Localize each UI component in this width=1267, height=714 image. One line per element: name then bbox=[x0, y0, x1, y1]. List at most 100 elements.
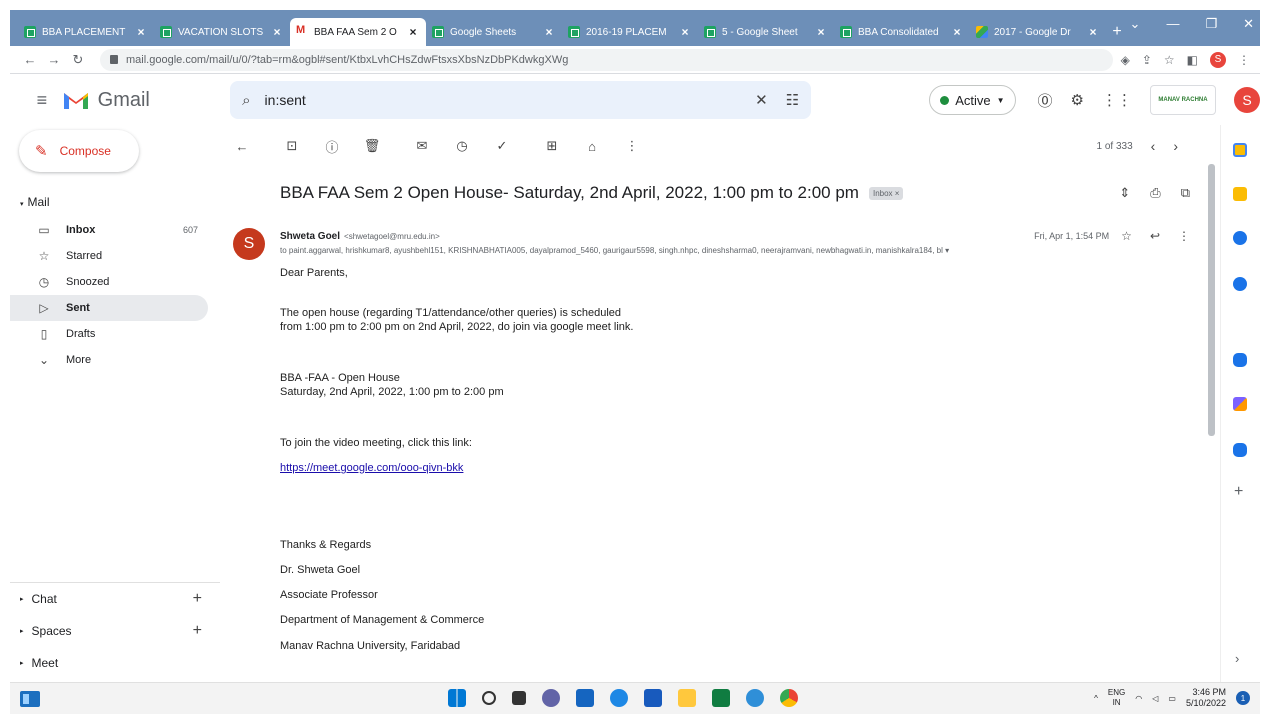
contacts-icon[interactable] bbox=[1233, 277, 1247, 291]
search-icon[interactable]: ⌕ bbox=[242, 92, 250, 109]
show-side-panel-icon[interactable]: › bbox=[1235, 651, 1239, 666]
restore-icon[interactable]: ❐ bbox=[1205, 16, 1217, 32]
task-view-icon[interactable] bbox=[512, 691, 526, 705]
teams-chat-icon[interactable] bbox=[542, 689, 560, 707]
sidebar-item-inbox[interactable]: ▭ Inbox 607 bbox=[10, 217, 208, 243]
browser-tab-active[interactable]: BBA FAA Sem 2 O× bbox=[290, 18, 426, 46]
close-tab-icon[interactable]: × bbox=[270, 25, 284, 39]
help-icon[interactable]: ⓪ bbox=[1038, 90, 1053, 111]
newer-message-icon[interactable]: ‹ bbox=[1151, 138, 1156, 154]
zoom-icon[interactable] bbox=[1233, 353, 1247, 367]
move-to-icon[interactable]: ⊞ bbox=[542, 138, 562, 154]
zoom-scheduler-icon[interactable] bbox=[1233, 443, 1247, 457]
snooze-icon[interactable]: ◷ bbox=[452, 138, 472, 154]
keep-icon[interactable] bbox=[1233, 187, 1247, 201]
meet-link[interactable]: https://meet.google.com/ooo-qivn-bkk bbox=[280, 462, 463, 474]
mark-unread-icon[interactable]: ✉ bbox=[412, 138, 432, 154]
search-input[interactable] bbox=[264, 92, 738, 108]
browser-tab[interactable]: BBA PLACEMENT × bbox=[18, 18, 154, 46]
sidebar-item-drafts[interactable]: ▯ Drafts bbox=[10, 321, 208, 347]
recipients-list[interactable]: to paint.aggarwal, hrishkumar8, ayushbeh… bbox=[280, 246, 1150, 255]
edge-browser-icon[interactable] bbox=[746, 689, 764, 707]
word-icon[interactable] bbox=[644, 689, 662, 707]
delete-icon[interactable]: 🗑 bbox=[362, 138, 382, 154]
notification-badge[interactable]: 1 bbox=[1236, 691, 1250, 705]
open-new-window-icon[interactable]: ⧉ bbox=[1181, 185, 1190, 201]
scrollbar-thumb[interactable] bbox=[1208, 164, 1215, 436]
clock[interactable]: 3:46 PM 5/10/2022 bbox=[1186, 687, 1226, 709]
reply-icon[interactable]: ↩ bbox=[1150, 229, 1160, 243]
forward-icon[interactable]: → bbox=[44, 52, 64, 67]
close-tab-icon[interactable]: × bbox=[814, 25, 828, 39]
browser-tab[interactable]: VACATION SLOTS × bbox=[154, 18, 290, 46]
browser-menu-icon[interactable]: ⋮ bbox=[1238, 53, 1250, 67]
browser-tab[interactable]: 2016-19 PLACEM × bbox=[562, 18, 698, 46]
add-space-icon[interactable]: + bbox=[193, 622, 202, 640]
sidebar-item-sent[interactable]: ▷ Sent bbox=[10, 295, 208, 321]
more-vert-icon[interactable]: ⋮ bbox=[1178, 229, 1190, 243]
search-options-icon[interactable]: ☷ bbox=[786, 91, 799, 109]
show-hidden-icons-icon[interactable]: ^ bbox=[1094, 694, 1098, 703]
addon-icon[interactable] bbox=[1233, 397, 1247, 411]
more-options-icon[interactable]: ⋮ bbox=[622, 138, 642, 154]
close-tab-icon[interactable]: × bbox=[542, 25, 556, 39]
mail-section-toggle[interactable]: ▾ Mail bbox=[20, 195, 220, 209]
tab-search-icon[interactable]: ⌄ bbox=[1130, 16, 1141, 32]
close-tab-icon[interactable]: × bbox=[678, 25, 692, 39]
address-bar[interactable]: mail.google.com/mail/u/0/?tab=rm&ogbl#se… bbox=[100, 48, 1113, 71]
star-icon[interactable]: ☆ bbox=[1121, 229, 1132, 243]
reload-icon[interactable]: ↻ bbox=[68, 52, 88, 68]
share-icon[interactable]: ⇪ bbox=[1142, 53, 1152, 67]
report-spam-icon[interactable]: ⓘ bbox=[322, 137, 342, 156]
browser-tab[interactable]: Google Sheets × bbox=[426, 18, 562, 46]
expand-all-icon[interactable]: ⇕ bbox=[1119, 185, 1130, 201]
calendar-icon[interactable] bbox=[1233, 143, 1247, 157]
older-message-icon[interactable]: › bbox=[1173, 138, 1178, 154]
sidebar-section-meet[interactable]: ▸ Meet bbox=[10, 647, 220, 679]
start-windows-icon[interactable] bbox=[448, 689, 466, 707]
browser-tab[interactable]: BBA Consolidated × bbox=[834, 18, 970, 46]
clear-search-icon[interactable]: ✕ bbox=[755, 91, 768, 109]
add-to-tasks-icon[interactable]: ✓ bbox=[492, 138, 512, 154]
mail-search-bar[interactable]: ⌕ ✕ ☷ bbox=[230, 81, 812, 119]
location-icon[interactable]: ◈ bbox=[1121, 53, 1130, 67]
close-tab-icon[interactable]: × bbox=[950, 25, 964, 39]
inbox-label-chip[interactable]: Inbox × bbox=[868, 186, 904, 200]
sidebar-item-snoozed[interactable]: ◷ Snoozed bbox=[10, 269, 208, 295]
sidebar-section-chat[interactable]: ▸ Chat + bbox=[10, 583, 220, 615]
battery-icon[interactable]: ▭ bbox=[1168, 694, 1176, 703]
browser-profile-avatar[interactable]: S bbox=[1210, 51, 1226, 68]
sidebar-item-starred[interactable]: ☆ Starred bbox=[10, 243, 208, 269]
close-tab-icon[interactable]: × bbox=[406, 25, 420, 39]
wifi-icon[interactable]: ◠ bbox=[1135, 694, 1142, 703]
account-avatar[interactable]: S bbox=[1233, 87, 1260, 113]
main-menu-icon[interactable]: ≡ bbox=[22, 90, 62, 111]
browser-tab[interactable]: 5 - Google Sheet × bbox=[698, 18, 834, 46]
widgets-icon[interactable] bbox=[20, 690, 40, 707]
sender-name[interactable]: Shweta Goel bbox=[280, 231, 340, 242]
status-dropdown[interactable]: Active ▼ bbox=[929, 85, 1016, 115]
compose-button[interactable]: ✎ Compose bbox=[19, 130, 139, 172]
label-icon[interactable]: ⌂ bbox=[582, 139, 602, 154]
sidebar-item-more[interactable]: ⌄ More bbox=[10, 347, 208, 373]
settings-gear-icon[interactable]: ⚙ bbox=[1071, 91, 1084, 109]
print-icon[interactable]: ⎙ bbox=[1150, 185, 1160, 201]
gmail-logo[interactable]: Gmail bbox=[62, 89, 231, 112]
store-icon[interactable] bbox=[576, 689, 594, 707]
bookmark-star-icon[interactable]: ☆ bbox=[1164, 53, 1175, 67]
back-icon[interactable]: ← bbox=[20, 52, 40, 67]
tasks-icon[interactable] bbox=[1233, 231, 1247, 245]
apps-grid-icon[interactable]: ⋮⋮ bbox=[1102, 91, 1132, 109]
language-indicator[interactable]: ENG IN bbox=[1108, 688, 1125, 708]
minimize-icon[interactable]: — bbox=[1166, 16, 1179, 32]
close-tab-icon[interactable]: × bbox=[1086, 25, 1100, 39]
sidebar-section-spaces[interactable]: ▸ Spaces + bbox=[10, 615, 220, 647]
back-to-list-icon[interactable]: ← bbox=[232, 139, 252, 154]
chrome-icon[interactable] bbox=[780, 689, 798, 707]
archive-icon[interactable]: ⊡ bbox=[282, 138, 302, 154]
edge-icon[interactable] bbox=[610, 689, 628, 707]
new-tab-button[interactable]: + bbox=[1106, 18, 1128, 46]
volume-icon[interactable]: ◁ bbox=[1152, 694, 1158, 703]
search-icon[interactable] bbox=[482, 691, 496, 705]
browser-tab[interactable]: 2017 - Google Dr × bbox=[970, 18, 1106, 46]
